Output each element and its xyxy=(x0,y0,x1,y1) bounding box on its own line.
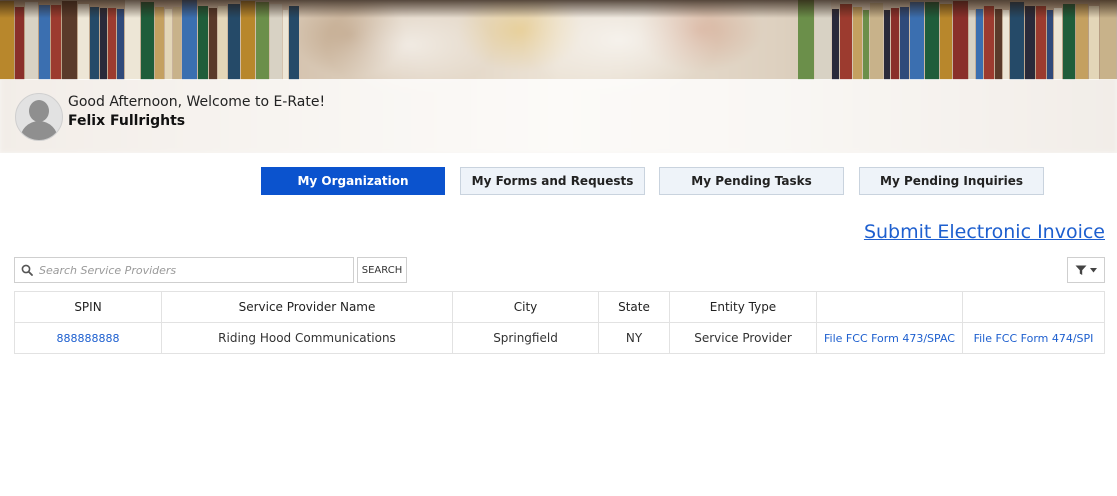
avatar xyxy=(15,93,63,141)
book-spine xyxy=(99,8,108,80)
cell-state: NY xyxy=(598,322,670,354)
book-spine xyxy=(1047,10,1053,80)
tab-my-forms-and-requests[interactable]: My Forms and Requests xyxy=(460,167,645,195)
table-header-row: SPIN Service Provider Name City State En… xyxy=(14,291,1105,323)
cell-action-473: File FCC Form 473/SPAC xyxy=(816,322,963,354)
avatar-body xyxy=(20,121,58,140)
column-header-city[interactable]: City xyxy=(452,291,599,323)
column-header-state[interactable]: State xyxy=(598,291,670,323)
submit-electronic-invoice-link[interactable]: Submit Electronic Invoice xyxy=(864,221,1105,243)
tab-my-pending-tasks[interactable]: My Pending Tasks xyxy=(659,167,844,195)
book-spine xyxy=(863,10,869,80)
book-spine xyxy=(1003,10,1009,80)
book-spine xyxy=(208,8,217,80)
filter-icon xyxy=(1075,265,1087,276)
table-row: 888888888 Riding Hood Communications Spr… xyxy=(14,322,1105,354)
search-icon xyxy=(21,264,33,276)
cell-entity-type: Service Provider xyxy=(669,322,817,354)
cell-action-474: File FCC Form 474/SPI xyxy=(962,322,1105,354)
cell-spin: 888888888 xyxy=(14,322,162,354)
column-header-action-474 xyxy=(962,291,1105,323)
cell-city: Springfield xyxy=(452,322,599,354)
column-header-entity-type[interactable]: Entity Type xyxy=(669,291,817,323)
book-spine xyxy=(116,9,124,80)
book-spine xyxy=(969,10,975,80)
file-form-474-link[interactable]: File FCC Form 474/SPI xyxy=(974,332,1094,345)
service-providers-table: SPIN Service Provider Name City State En… xyxy=(14,291,1105,354)
tab-my-organization[interactable]: My Organization xyxy=(261,167,445,195)
book-spine xyxy=(282,10,289,80)
column-header-spin[interactable]: SPIN xyxy=(14,291,162,323)
column-header-action-473 xyxy=(816,291,963,323)
book-spine xyxy=(884,10,890,80)
book-spine xyxy=(976,9,983,80)
book-spine xyxy=(108,8,116,80)
cell-service-provider-name: Riding Hood Communications xyxy=(161,322,453,354)
spin-link[interactable]: 888888888 xyxy=(57,332,120,345)
column-header-service-provider-name[interactable]: Service Provider Name xyxy=(161,291,453,323)
search-input[interactable] xyxy=(37,262,341,278)
tab-my-pending-inquiries[interactable]: My Pending Inquiries xyxy=(859,167,1044,195)
file-form-473-link[interactable]: File FCC Form 473/SPAC xyxy=(824,332,955,345)
avatar-head xyxy=(29,100,49,122)
shelf-shadow xyxy=(0,0,1117,18)
filter-dropdown-button[interactable] xyxy=(1067,257,1105,283)
user-name: Felix Fullrights xyxy=(68,113,186,129)
book-spine xyxy=(164,9,172,80)
book-spine xyxy=(891,8,899,80)
book-spine xyxy=(995,9,1002,80)
book-spine xyxy=(832,9,839,80)
search-button[interactable]: SEARCH xyxy=(357,257,407,283)
caret-down-icon xyxy=(1090,267,1097,273)
search-box[interactable] xyxy=(14,257,354,283)
greeting-text: Good Afternoon, Welcome to E-Rate! xyxy=(68,94,326,110)
book-spine xyxy=(1054,8,1062,80)
